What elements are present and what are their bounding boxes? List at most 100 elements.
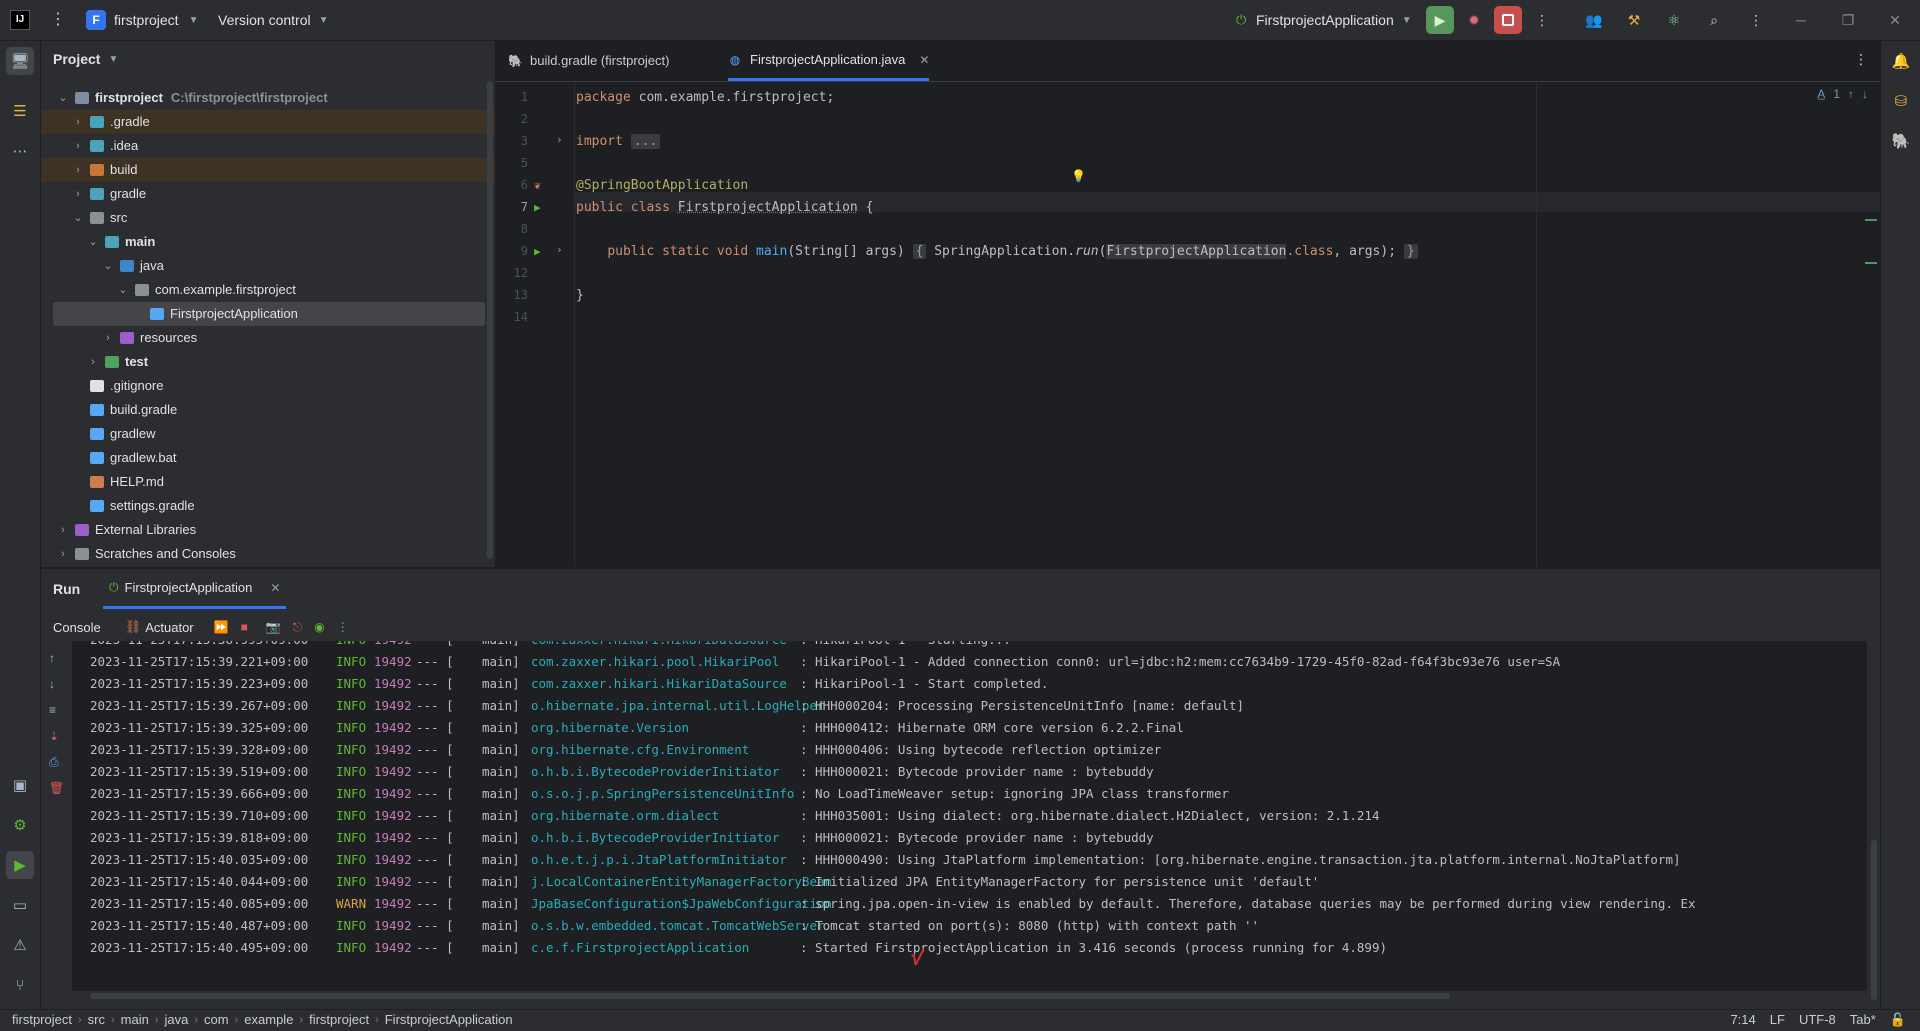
attach-debugger-icon[interactable]: ◉	[314, 620, 324, 634]
breadcrumb-item[interactable]: firstproject	[309, 1012, 369, 1027]
tab-build-gradle[interactable]: 🐘 build.gradle (firstproject)	[508, 41, 669, 81]
database-tool-icon[interactable]: ⛁	[1887, 87, 1915, 115]
screenshot-icon[interactable]: 📷	[266, 620, 281, 634]
tree-item[interactable]: › External Libraries	[41, 518, 495, 542]
close-window-button[interactable]: ✕	[1880, 8, 1910, 32]
chevron-right-icon[interactable]: ›	[72, 158, 84, 182]
run-tool-icon[interactable]: ▶	[6, 851, 34, 879]
log-logger[interactable]: o.h.b.i.BytecodeProviderInitiator	[531, 827, 779, 849]
breadcrumb-item[interactable]: example	[244, 1012, 293, 1027]
settings-updates-icon[interactable]: ⋮	[1742, 6, 1770, 34]
fold-brace[interactable]: }	[1403, 244, 1418, 259]
project-scrollbar[interactable]	[487, 81, 493, 559]
fold-expand-icon[interactable]: ›	[556, 243, 563, 256]
scroll-to-end-icon[interactable]: ⇣	[49, 729, 59, 743]
arrow-down-icon[interactable]: ↓	[1862, 87, 1868, 101]
rerun-icon[interactable]: ⏩	[214, 620, 229, 634]
console-tab[interactable]: Console	[53, 620, 101, 635]
tree-item[interactable]: build.gradle	[41, 398, 495, 422]
chevron-down-icon[interactable]: ⌄	[87, 230, 99, 254]
breadcrumb-item[interactable]: src	[88, 1012, 105, 1027]
stop-icon[interactable]: ■	[241, 620, 248, 634]
fold-expand-icon[interactable]: ›	[556, 133, 563, 146]
console-horizontal-scrollbar[interactable]	[90, 993, 1450, 999]
run-gutter-icon[interactable]: ▶	[534, 201, 541, 214]
chevron-right-icon[interactable]: ›	[72, 182, 84, 206]
tree-item[interactable]: ⌄ com.example.firstproject	[41, 278, 495, 302]
breadcrumb-item[interactable]: firstproject	[12, 1012, 72, 1027]
debug-button[interactable]: ✹	[1460, 6, 1488, 34]
more-options-icon[interactable]: ⋮	[337, 620, 349, 634]
log-logger[interactable]: o.s.o.j.p.SpringPersistenceUnitInfo	[531, 783, 794, 805]
notifications-bell-icon[interactable]: 🔔	[1887, 47, 1915, 75]
close-tab-icon[interactable]: ✕	[919, 40, 929, 80]
build-tools-icon[interactable]: ⚒	[1620, 6, 1648, 34]
chevron-right-icon[interactable]: ›	[72, 134, 84, 158]
breadcrumb-item[interactable]: com	[204, 1012, 229, 1027]
terminal-tool-icon[interactable]: ▭	[6, 891, 34, 919]
tree-item[interactable]: HELP.md	[41, 470, 495, 494]
chevron-down-icon[interactable]: ⌄	[102, 254, 114, 278]
minimize-button[interactable]: ─	[1786, 8, 1816, 32]
tree-item[interactable]: settings.gradle	[41, 494, 495, 518]
breadcrumb-item[interactable]: java	[165, 1012, 189, 1027]
gradle-tool-icon[interactable]: 🐘	[1887, 127, 1915, 155]
caret-position[interactable]: 7:14	[1730, 1012, 1755, 1028]
chevron-down-icon[interactable]: ⌄	[117, 278, 129, 302]
tree-item[interactable]: › test	[41, 350, 495, 374]
log-logger[interactable]: o.h.e.t.j.p.i.JtaPlatformInitiator	[531, 849, 787, 871]
chevron-right-icon[interactable]: ›	[102, 326, 114, 350]
tree-item[interactable]: ⌄ main	[41, 230, 495, 254]
inspection-widget[interactable]: A̲ 1 ↑ ↓	[1817, 87, 1868, 101]
tree-item[interactable]: ⌄ firstproject C:\firstproject\firstprojec…	[41, 86, 495, 110]
lock-icon[interactable]: 🔓	[1890, 1012, 1906, 1028]
file-encoding[interactable]: UTF-8	[1799, 1012, 1836, 1028]
line-separator[interactable]: LF	[1770, 1012, 1785, 1028]
tree-item[interactable]: gradlew.bat	[41, 446, 495, 470]
fold-brace[interactable]: {	[912, 244, 927, 259]
tree-item[interactable]: .gitignore	[41, 374, 495, 398]
stop-button[interactable]	[1494, 6, 1522, 34]
project-tool-icon[interactable]: 🖥	[6, 47, 34, 75]
log-logger[interactable]: JpaBaseConfiguration$JpaWebConfiguration	[531, 893, 832, 915]
project-selector[interactable]: F firstproject ▼	[86, 8, 198, 32]
indent-setting[interactable]: Tab*	[1850, 1012, 1876, 1028]
log-logger[interactable]: com.zaxxer.hikari.pool.HikariPool	[531, 651, 779, 673]
tab-firstproject-application[interactable]: ◍ FirstprojectApplication.java ✕	[728, 40, 930, 81]
exit-icon[interactable]: ⎋	[293, 620, 303, 635]
log-logger[interactable]: o.hibernate.jpa.internal.util.LogHelper	[531, 695, 825, 717]
chevron-down-icon[interactable]: ⌄	[57, 86, 69, 110]
structure-tool-icon[interactable]: ☰	[6, 97, 34, 125]
chevron-right-icon[interactable]: ›	[57, 518, 69, 542]
tree-item[interactable]: gradlew	[41, 422, 495, 446]
arrow-up-icon[interactable]: ↑	[1848, 87, 1854, 101]
log-logger[interactable]: org.hibernate.cfg.Environment	[531, 739, 749, 761]
more-tools-icon[interactable]: ⋯	[6, 137, 34, 165]
log-logger[interactable]: j.LocalContainerEntityManagerFactoryBean	[531, 871, 832, 893]
problems-tool-icon[interactable]: ⚠	[6, 931, 34, 959]
tree-item[interactable]: › .gradle	[41, 110, 495, 134]
log-logger[interactable]: org.hibernate.Version	[531, 717, 689, 739]
scroll-down-icon[interactable]: ↓	[49, 677, 55, 691]
tree-item[interactable]: › .idea	[41, 134, 495, 158]
scroll-up-icon[interactable]: ↑	[49, 651, 55, 665]
chevron-right-icon[interactable]: ›	[57, 542, 69, 566]
log-logger[interactable]: org.hibernate.orm.dialect	[531, 805, 719, 827]
tree-item[interactable]: › Scratches and Consoles	[41, 542, 495, 566]
actuator-tab[interactable]: ⛓ Actuator	[125, 619, 194, 635]
code-with-me-icon[interactable]: 👥	[1580, 6, 1608, 34]
tree-item[interactable]: › resources	[41, 326, 495, 350]
console-output[interactable]: 2023-11-25T17:15:38.995+09:00 INFO 19492 --…	[72, 641, 1867, 991]
search-icon[interactable]: ⌕	[1700, 6, 1728, 34]
more-actions-icon[interactable]: ⋮	[1528, 6, 1556, 34]
tree-item[interactable]: › build	[41, 158, 495, 182]
git-tool-icon[interactable]: ⑂	[6, 971, 34, 999]
close-tab-icon[interactable]: ✕	[270, 581, 280, 595]
tree-item[interactable]: ⌄ java	[41, 254, 495, 278]
run-tab-firstproject-application[interactable]: ⏻ FirstprojectApplication ✕	[103, 569, 287, 609]
chevron-right-icon[interactable]: ›	[87, 350, 99, 374]
log-logger[interactable]: com.zaxxer.hikari.HikariDataSource	[531, 641, 787, 651]
tree-item[interactable]: › gradle	[41, 182, 495, 206]
version-control-menu[interactable]: Version control ▼	[218, 8, 329, 32]
clear-all-icon[interactable]: 🗑	[49, 781, 64, 795]
